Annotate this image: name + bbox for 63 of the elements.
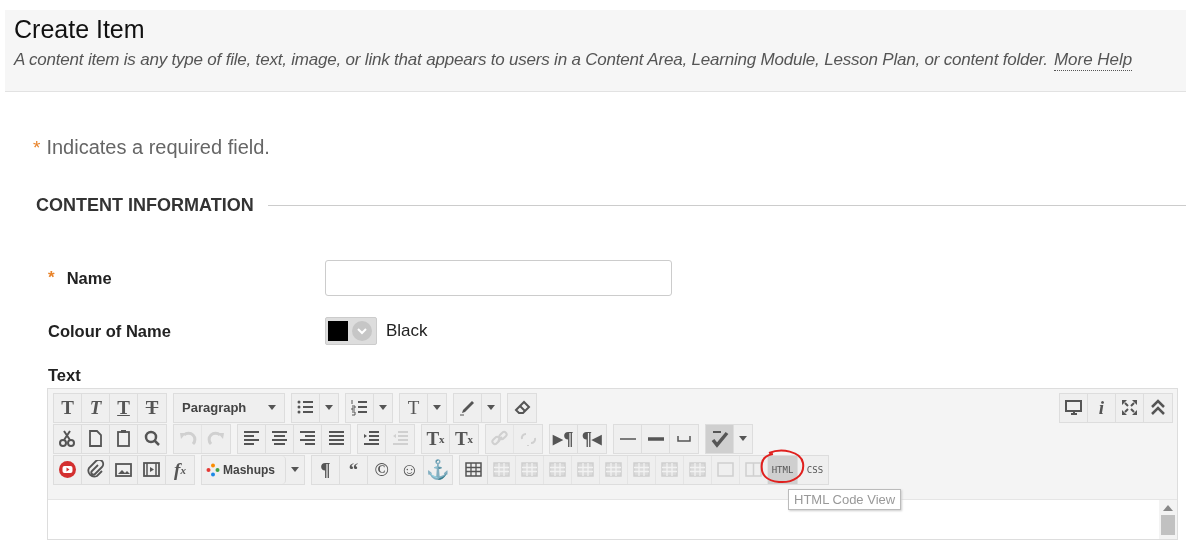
table-icon bbox=[464, 460, 483, 479]
help-link[interactable]: More Help bbox=[1053, 50, 1133, 71]
align-left-icon bbox=[242, 429, 261, 448]
caret-icon bbox=[291, 467, 299, 472]
outdent-icon bbox=[390, 429, 410, 448]
square-icon bbox=[716, 460, 735, 479]
indent-icon bbox=[362, 429, 381, 448]
scissors-icon bbox=[58, 429, 77, 448]
toolbar-button[interactable]: ▸¶ bbox=[550, 424, 578, 453]
link-icon bbox=[490, 429, 509, 448]
table-icon bbox=[660, 460, 679, 479]
field-label: Text bbox=[48, 366, 82, 385]
required-note: Indicates a required field. bbox=[46, 136, 270, 159]
table-icon bbox=[604, 460, 623, 479]
color-picker[interactable] bbox=[325, 317, 377, 345]
dots-icon bbox=[206, 462, 220, 477]
required-mark: * bbox=[48, 268, 55, 288]
name-field[interactable] bbox=[325, 260, 672, 296]
align-center-icon bbox=[270, 429, 289, 448]
paperclip-icon bbox=[86, 460, 105, 479]
numbered-list-icon bbox=[350, 398, 369, 417]
search-icon bbox=[142, 429, 162, 448]
page-title: Create Item bbox=[14, 14, 146, 44]
scroll-thumb[interactable] bbox=[1161, 515, 1175, 535]
clipboard-icon bbox=[114, 429, 133, 448]
field-label: Name bbox=[66, 268, 112, 288]
required-mark: * bbox=[33, 136, 41, 159]
table-icon bbox=[548, 460, 567, 479]
checkmark-icon bbox=[710, 429, 729, 448]
caret-icon bbox=[268, 405, 276, 410]
caret-icon bbox=[325, 405, 333, 410]
expand-icon bbox=[1120, 398, 1139, 417]
caret-icon bbox=[433, 405, 441, 410]
tooltip: HTML Code View bbox=[788, 488, 902, 510]
toolbar-button[interactable]: HTML bbox=[768, 455, 798, 484]
field-label: Colour of Name bbox=[48, 321, 171, 341]
table-icon bbox=[688, 460, 707, 479]
eraser-icon bbox=[512, 398, 532, 417]
toolbar-button[interactable] bbox=[706, 424, 734, 453]
table-icon bbox=[632, 460, 651, 479]
image-icon bbox=[114, 460, 133, 479]
table-icon bbox=[576, 460, 595, 479]
section-heading: CONTENT INFORMATION bbox=[36, 195, 254, 216]
monitor-icon bbox=[1064, 398, 1083, 417]
page-icon bbox=[86, 429, 105, 448]
scroll-up-icon[interactable] bbox=[1163, 505, 1173, 511]
align-right-icon bbox=[298, 429, 317, 448]
thick-line-icon bbox=[647, 436, 664, 441]
table-icon bbox=[520, 460, 539, 479]
split-square-icon bbox=[744, 460, 763, 479]
film-icon bbox=[142, 460, 161, 479]
color-name: Black bbox=[386, 321, 428, 341]
thin-line-icon bbox=[619, 437, 636, 440]
caret-icon bbox=[487, 405, 495, 410]
page-description: A content item is any type of file, text, image, or link that appears to users in a Content Area, Learning Module, Lesson Plan, or content folder. bbox=[14, 50, 1048, 70]
caret-icon bbox=[739, 436, 747, 441]
align-justify-icon bbox=[326, 429, 346, 448]
chevron-icon bbox=[352, 321, 372, 341]
play-icon bbox=[58, 460, 77, 479]
marker-icon bbox=[458, 398, 477, 417]
table-icon bbox=[492, 460, 511, 479]
space-icon bbox=[677, 435, 691, 442]
caret-icon bbox=[379, 405, 387, 410]
